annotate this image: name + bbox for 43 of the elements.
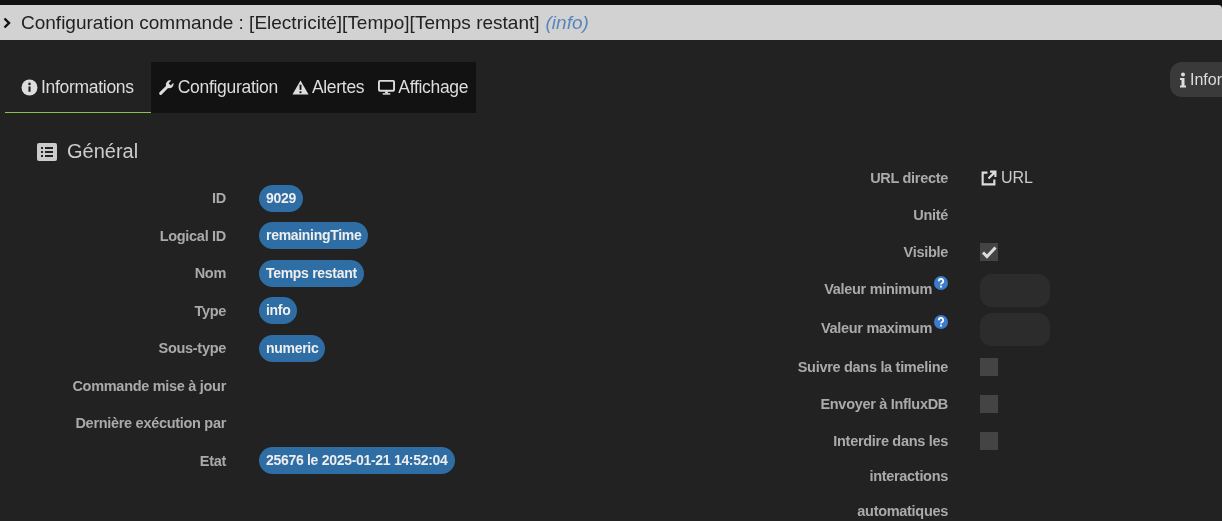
value-badge: numeric	[259, 334, 326, 362]
setting-label: URL directe	[870, 169, 948, 188]
info-icon	[21, 78, 38, 96]
tab[interactable]: Alertes	[284, 62, 372, 113]
setting-label: Valeur minimum	[824, 280, 932, 299]
setting-label: Interdire dans les interactions automatiques	[832, 432, 948, 521]
value-badge: 9029	[259, 184, 303, 212]
external-link-icon	[980, 169, 997, 187]
setting-label: Envoyer à InfluxDB	[820, 395, 948, 414]
field-label: Dernière exécution par	[75, 415, 226, 432]
wrench-icon	[157, 79, 175, 96]
checkbox[interactable]	[980, 243, 998, 261]
monitor-icon	[378, 79, 396, 96]
type-hint: (info)	[545, 11, 589, 34]
setting-label: Valeur maximum	[820, 319, 932, 338]
value-badge: Temps restant	[259, 259, 364, 287]
window-title: Configuration commande : [Electricité][Tempo][Temps restant]	[21, 11, 540, 34]
value-badge: remainingTime	[259, 222, 369, 250]
setting-label: Visible	[903, 243, 948, 262]
value-badge: 25676 le 2025-01-21 14:52:04	[259, 447, 455, 475]
field-label: Logical ID	[159, 227, 226, 244]
url-link[interactable]: URL	[980, 169, 1033, 187]
info-icon	[1179, 71, 1187, 88]
field-label: Etat	[199, 452, 226, 469]
field-label: Type	[194, 302, 226, 319]
value-badge: info	[259, 297, 298, 325]
list-icon	[37, 142, 57, 161]
setting-label: Suivre dans la timeline	[797, 358, 948, 377]
field-label: Sous-type	[158, 340, 226, 357]
section-title: Général	[67, 140, 139, 163]
checkbox[interactable]	[980, 395, 998, 413]
checkbox[interactable]	[980, 358, 998, 376]
tab[interactable]: Configuration	[150, 62, 285, 113]
checkbox[interactable]	[980, 432, 998, 450]
field-label: ID	[212, 190, 226, 207]
chevron-icon	[3, 16, 11, 29]
info-button[interactable]: Infor	[1170, 62, 1222, 97]
field-label: Nom	[194, 265, 226, 282]
tab[interactable]: Affichage	[371, 62, 477, 113]
setting-label: Unité	[913, 206, 948, 225]
warning-icon	[291, 79, 309, 96]
field-label: Commande mise à jour	[72, 377, 226, 394]
title-bar[interactable]: Configuration commande : [Electricité][Tempo][Temps restant] (info)	[0, 5, 1222, 40]
